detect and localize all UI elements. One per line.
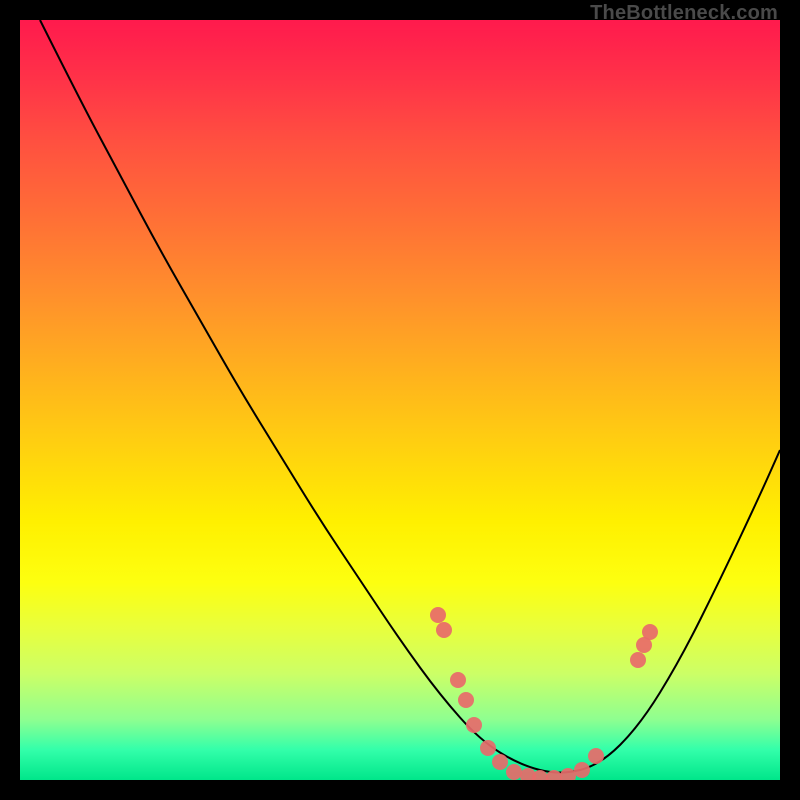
data-point xyxy=(436,622,452,638)
data-point xyxy=(492,754,508,770)
data-point xyxy=(642,624,658,640)
data-point xyxy=(506,764,522,780)
data-point xyxy=(430,607,446,623)
data-point xyxy=(630,652,646,668)
bottleneck-points xyxy=(430,607,658,780)
data-point xyxy=(588,748,604,764)
data-point xyxy=(560,768,576,780)
data-point xyxy=(450,672,466,688)
bottleneck-curve xyxy=(40,20,780,773)
data-point xyxy=(466,717,482,733)
data-point xyxy=(574,762,590,778)
data-point xyxy=(458,692,474,708)
watermark-text: TheBottleneck.com xyxy=(590,2,778,25)
curve-plot xyxy=(20,20,780,780)
data-point xyxy=(480,740,496,756)
